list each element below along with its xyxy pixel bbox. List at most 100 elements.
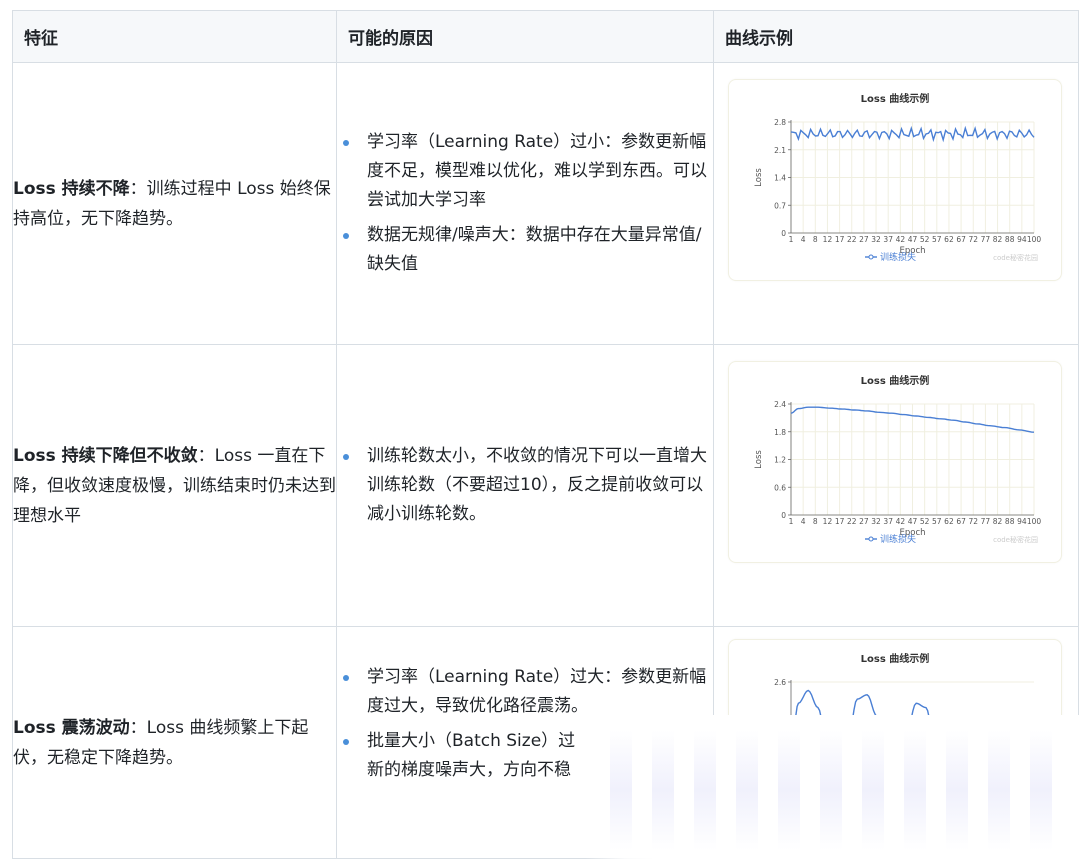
x-tick-label: 37	[883, 517, 893, 526]
x-tick-label: 72	[968, 235, 978, 244]
bullet-icon	[343, 140, 349, 146]
feature-title: Loss 持续下降但不收敛	[13, 445, 198, 466]
x-tick-label: 8	[813, 235, 818, 244]
chart-card: Loss 曲线示例 0 0.6 1.2 1.8 2.4 1 4 8 12 17 22 27 32 37 42 4…	[728, 361, 1062, 563]
watermark: code秘密花园	[993, 253, 1038, 262]
blur-streak	[988, 730, 1010, 850]
loss-chart-1: Loss 曲线示例 0 0.7 1.4 2.1 2.8 1 4 8 12 17 22 27 32 37 42 4…	[754, 92, 1041, 263]
x-tick-label: 1	[789, 517, 794, 526]
blur-streak	[736, 730, 758, 850]
x-tick-label: 1	[789, 235, 794, 244]
x-tick-label: 42	[896, 235, 906, 244]
cause-item: 学习率（Learning Rate）过小：参数更新幅度不足，模型难以优化，难以学…	[337, 128, 713, 215]
bullet-icon	[343, 675, 349, 681]
x-tick-label: 32	[871, 517, 881, 526]
x-tick-label: 88	[1005, 235, 1015, 244]
x-tick-label: 47	[908, 517, 918, 526]
blur-streak	[652, 730, 674, 850]
cause-list: 学习率（Learning Rate）过小：参数更新幅度不足，模型难以优化，难以学…	[337, 128, 713, 279]
cause-text: 学习率（Learning Rate）过大：参数更新幅度过大，导致优化路径震荡。	[367, 667, 707, 716]
y-tick-label: 1.4	[774, 174, 786, 183]
cause-item: 数据无规律/噪声大：数据中存在大量异常值/缺失值	[337, 221, 713, 279]
blur-streak	[778, 730, 800, 850]
x-tick-label: 77	[981, 517, 991, 526]
blur-streak	[820, 730, 842, 850]
chart-cell: Loss 曲线示例 0 0.6 1.2 1.8 2.4 1 4 8 12 17 22 27 32 37 42 4…	[713, 344, 1079, 627]
cause-text: 训练轮数太小，不收敛的情况下可以一直增大训练轮数（不要超过10），反之提前收敛可…	[367, 446, 707, 524]
x-tick-label: 12	[823, 235, 833, 244]
cause-item: 训练轮数太小，不收敛的情况下可以一直增大训练轮数（不要超过10），反之提前收敛可…	[337, 442, 713, 529]
blur-streak-overlay	[610, 730, 1052, 850]
cause-text: 批量大小（Batch Size）过	[367, 731, 576, 751]
bullet-icon	[343, 233, 349, 239]
chart-title: Loss 曲线示例	[861, 92, 930, 105]
x-tick-label: 52	[920, 235, 930, 244]
x-tick-label: 72	[968, 517, 978, 526]
y-tick-label: 2.4	[774, 400, 786, 409]
feature-title: Loss 震荡波动	[13, 717, 130, 738]
legend-label: 训练损失	[880, 533, 916, 545]
x-tick-label: 17	[835, 517, 845, 526]
y-tick-label: 0	[781, 229, 786, 238]
y-axis-label: Loss	[754, 450, 764, 469]
chart-title: Loss 曲线示例	[861, 652, 930, 665]
x-tick-label: 4	[801, 235, 806, 244]
x-tick-label: 67	[956, 235, 966, 244]
x-tick-label: 52	[920, 517, 930, 526]
header-feature: 特征	[12, 10, 337, 63]
x-tick-label: 88	[1005, 517, 1015, 526]
x-tick-label: 42	[896, 517, 906, 526]
cause-text: 新的梯度噪声大，方向不稳	[367, 760, 571, 780]
x-tick-label: 82	[993, 235, 1003, 244]
feature-cell: Loss 震荡波动：Loss 曲线频繁上下起伏，无稳定下降趋势。	[12, 626, 337, 859]
cause-text: 学习率（Learning Rate）过小：参数更新幅度不足，模型难以优化，难以学…	[367, 132, 707, 210]
cause-text: 数据无规律/噪声大：数据中存在大量异常值/缺失值	[367, 225, 702, 274]
x-tick-label: 22	[847, 235, 857, 244]
blur-streak	[862, 730, 884, 850]
blur-streak	[694, 730, 716, 850]
loss-chart-2: Loss 曲线示例 0 0.6 1.2 1.8 2.4 1 4 8 12 17 22 27 32 37 42 4…	[754, 374, 1042, 545]
header-causes: 可能的原因	[336, 10, 714, 63]
bullet-icon	[343, 454, 349, 460]
blur-streak	[904, 730, 926, 850]
y-tick-label: 0	[781, 511, 786, 520]
x-tick-label: 22	[847, 517, 857, 526]
y-tick-label: 1.8	[774, 428, 786, 437]
causes-cell: 训练轮数太小，不收敛的情况下可以一直增大训练轮数（不要超过10），反之提前收敛可…	[336, 344, 714, 627]
feature-title: Loss 持续不降	[13, 178, 130, 199]
table-row: Loss 持续不降：训练过程中 Loss 始终保持高位，无下降趋势。 学习率（L…	[12, 62, 1079, 345]
x-tick-label: 37	[883, 235, 893, 244]
y-tick-label: 1.2	[774, 456, 786, 465]
x-tick-label: 82	[993, 517, 1003, 526]
cause-item: 学习率（Learning Rate）过大：参数更新幅度过大，导致优化路径震荡。	[337, 663, 713, 721]
y-tick-label: 0.6	[774, 483, 786, 492]
x-tick-label: 12	[823, 517, 833, 526]
x-tick-label: 62	[944, 235, 954, 244]
x-tick-label: 62	[944, 517, 954, 526]
table-header-row: 特征 可能的原因 曲线示例	[12, 10, 1079, 63]
watermark: code秘密花园	[993, 535, 1038, 544]
x-tick-label: 100	[1027, 517, 1042, 526]
feature-cell: Loss 持续下降但不收敛：Loss 一直在下降，但收敛速度极慢，训练结束时仍未…	[12, 344, 337, 627]
x-tick-label: 67	[956, 517, 966, 526]
legend-marker	[868, 536, 874, 542]
x-tick-label: 94	[1017, 517, 1027, 526]
x-tick-label: 4	[801, 517, 806, 526]
blur-streak	[610, 730, 632, 850]
x-tick-label: 94	[1017, 235, 1027, 244]
y-tick-label: 0.7	[774, 201, 786, 210]
x-tick-label: 57	[932, 235, 942, 244]
y-tick-label: 2.1	[774, 146, 786, 155]
cause-list: 训练轮数太小，不收敛的情况下可以一直增大训练轮数（不要超过10），反之提前收敛可…	[337, 442, 713, 529]
x-tick-label: 8	[813, 517, 818, 526]
blur-streak	[1030, 730, 1052, 850]
causes-cell: 学习率（Learning Rate）过小：参数更新幅度不足，模型难以优化，难以学…	[336, 62, 714, 345]
header-example: 曲线示例	[713, 10, 1079, 63]
y-tick-label: 2.8	[774, 118, 786, 127]
chart-card: Loss 曲线示例 0 0.7 1.4 2.1 2.8 1 4 8 12 17 22 27 32 37 42 4…	[728, 79, 1062, 281]
y-tick-label: 2.6	[774, 678, 786, 687]
x-tick-label: 17	[835, 235, 845, 244]
legend-label: 训练损失	[880, 251, 916, 263]
x-tick-label: 32	[871, 235, 881, 244]
x-tick-label: 27	[859, 517, 869, 526]
